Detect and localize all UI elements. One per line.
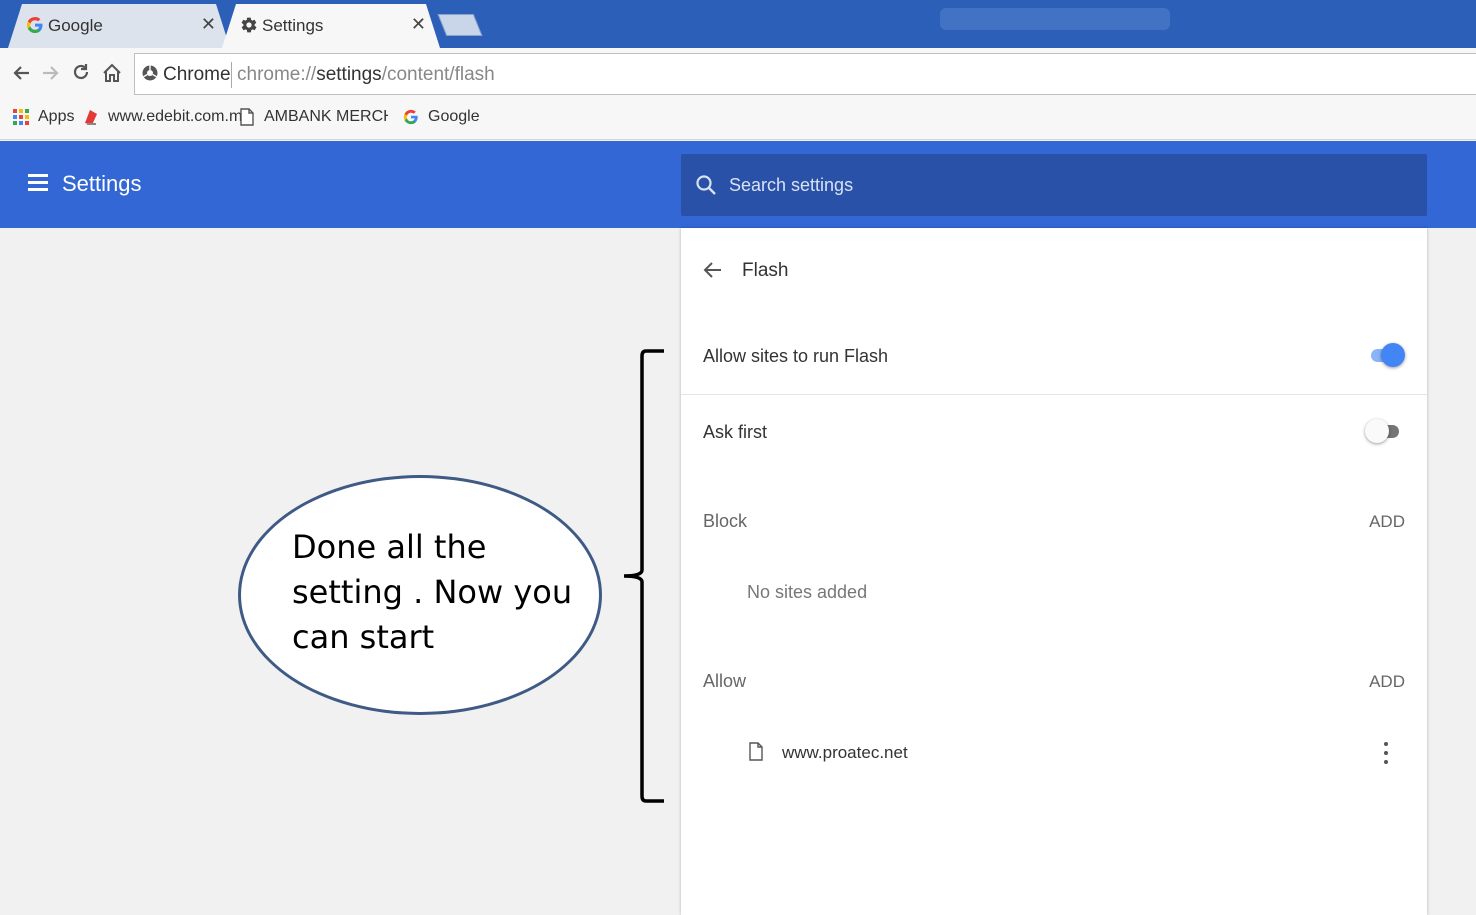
url-prefix: chrome:// [237,64,317,85]
bookmark-edebit[interactable]: www.edebit.com.my [82,108,250,126]
chrome-secure-icon [141,64,159,82]
forward-icon[interactable] [38,60,64,86]
ask-first-toggle[interactable] [1365,418,1401,444]
url-text[interactable]: chrome://settings/content/flash [237,64,495,86]
block-section-label: Block [703,511,748,531]
callout-line: setting . Now you [292,573,573,611]
url-path: /content/flash [381,64,495,85]
page-title: Settings [62,171,142,196]
bookmark-apps[interactable]: Apps [12,108,74,126]
bookmark-ambank[interactable]: AMBANK MERCHANT [238,108,388,126]
more-actions-icon[interactable] [1383,742,1389,764]
home-icon[interactable] [99,60,125,86]
google-g-icon [26,16,44,34]
address-bar[interactable]: Chrome chrome://settings/content/flash [134,53,1476,95]
flash-title: Flash [742,260,789,281]
block-empty-text: No sites added [747,582,868,602]
back-arrow-icon[interactable] [701,258,725,282]
site-name: www.proatec.net [782,743,908,762]
search-settings-box[interactable] [681,154,1427,216]
close-tab-icon[interactable]: ✕ [201,14,216,35]
curly-brace [623,349,664,803]
close-tab-icon[interactable]: ✕ [411,14,426,35]
hamburger-menu-icon[interactable] [28,174,48,192]
url-host: settings [316,64,382,85]
divider [681,394,1427,395]
settings-header: Settings [0,141,1476,228]
flash-settings-card: Flash Allow sites to run Flash Ask first… [681,228,1427,915]
callout-line: Done all the [292,528,487,566]
bookmarks-bar: Apps www.edebit.com.my AMBANK MERCHANT G… [0,100,1476,140]
toggle-knob [1365,419,1389,443]
tab-title: Settings [262,16,324,35]
callout-line: can start [292,618,435,656]
tab-title: Google [48,16,103,35]
callout-text: Done all the setting . Now you can start [292,525,592,660]
ask-first-label: Ask first [703,422,768,442]
bookmark-label: Google [428,108,480,125]
google-g-icon [402,108,420,126]
allow-add-button[interactable]: ADD [1369,672,1405,692]
reload-icon[interactable] [68,60,94,86]
tab-settings[interactable]: Settings ✕ [222,4,440,48]
page-icon [749,742,763,761]
allow-flash-toggle[interactable] [1369,342,1405,368]
tab-google[interactable]: Google ✕ [8,4,230,48]
bookmark-google[interactable]: Google [402,108,480,126]
edebit-favicon [82,108,100,126]
allow-sites-label: Allow sites to run Flash [703,346,889,366]
page-icon [238,108,256,126]
search-input[interactable] [729,170,1389,200]
search-icon [695,174,717,196]
block-add-button[interactable]: ADD [1369,512,1405,532]
new-tab-button[interactable] [437,14,483,36]
gear-icon [240,16,258,34]
back-icon[interactable] [8,60,34,86]
list-item: www.proatec.net [681,736,1427,770]
toggle-knob [1381,343,1405,367]
window-title-blurred [940,8,1170,30]
browser-toolbar: Chrome chrome://settings/content/flash [0,48,1476,100]
omnibox-chip: Chrome [163,64,231,85]
allow-section-label: Allow [703,671,747,691]
apps-grid-icon [12,108,30,126]
bookmark-label: Apps [38,108,75,125]
bookmark-label: AMBANK MERCHANT [264,108,388,125]
bookmark-label: www.edebit.com.my [108,108,251,125]
tab-strip: Google ✕ Settings ✕ [0,0,1476,48]
omnibox-separator [231,62,232,88]
